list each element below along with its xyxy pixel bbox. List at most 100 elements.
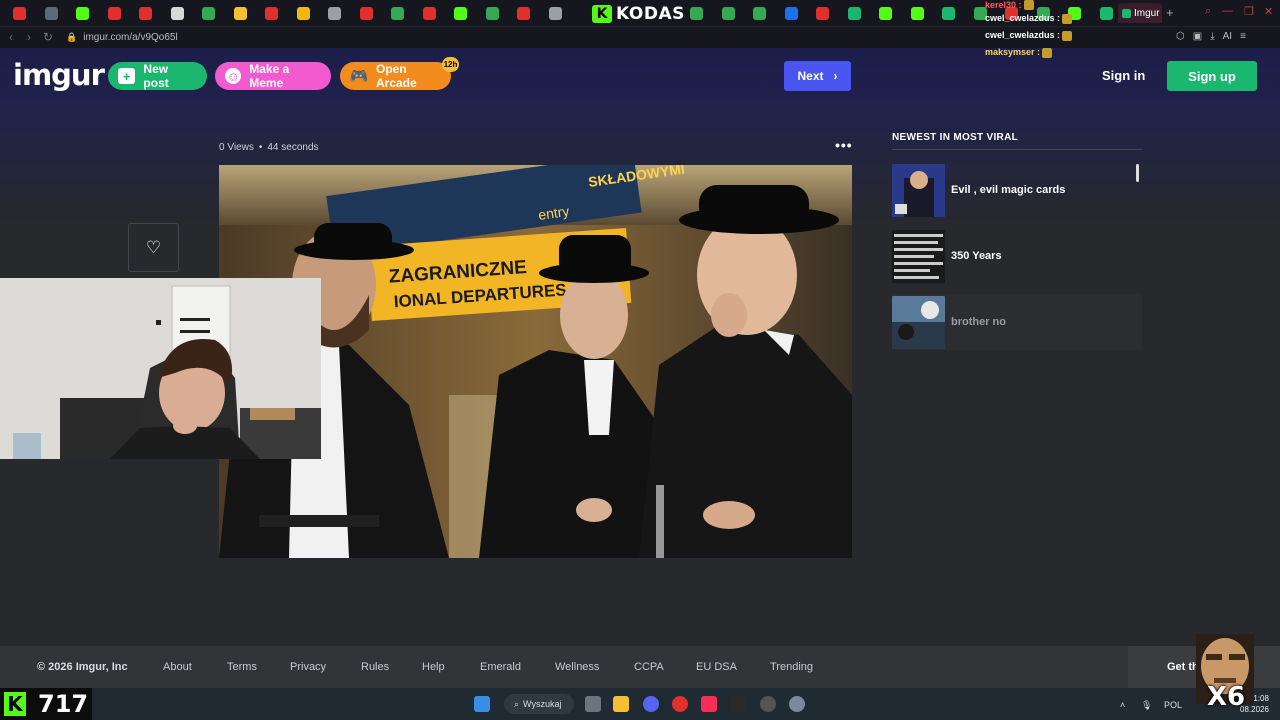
browser-tab[interactable]: [839, 0, 871, 26]
tray-chevron-icon[interactable]: ˄: [1120, 700, 1125, 710]
browser-tab[interactable]: [744, 0, 776, 26]
browser-tab[interactable]: [902, 0, 934, 26]
tab-favicon-icon: [690, 6, 704, 20]
browser-tab[interactable]: [4, 0, 36, 26]
close-icon[interactable]: ✕: [1264, 5, 1273, 18]
opera-icon[interactable]: [672, 696, 688, 712]
taskbar-search[interactable]: ⌕ Wyszukaj: [504, 694, 574, 714]
new-post-button[interactable]: + New post: [108, 62, 207, 90]
tab-favicon-icon: [454, 6, 468, 20]
file-explorer-icon[interactable]: [613, 696, 629, 712]
tab-favicon-icon: [328, 6, 342, 20]
extensions-icon[interactable]: ⬡: [1176, 31, 1185, 42]
browser-tab[interactable]: [319, 0, 351, 26]
minimize-icon[interactable]: —: [1222, 5, 1233, 17]
browser-tab[interactable]: [807, 0, 839, 26]
tab-favicon-icon: [139, 6, 153, 20]
tab-favicon-icon: [721, 6, 735, 20]
sign-up-button[interactable]: Sign up: [1167, 61, 1257, 91]
open-arcade-button[interactable]: 🎮 Open Arcade: [340, 62, 451, 90]
tab-favicon-icon: [548, 6, 562, 20]
chat-emote-icon: [1062, 13, 1073, 24]
footer-link-trending[interactable]: Trending: [770, 661, 813, 673]
tab-imgur[interactable]: Imgur: [1118, 3, 1162, 23]
discord-icon[interactable]: [643, 696, 659, 712]
ai-icon[interactable]: AI: [1223, 31, 1232, 42]
footer-copyright: © 2026 Imgur, Inc: [37, 661, 128, 673]
footer-link-ccpa[interactable]: CCPA: [634, 661, 664, 673]
browser-tab[interactable]: [477, 0, 509, 26]
browser-tab[interactable]: [225, 0, 257, 26]
imgur-logo[interactable]: imgur: [13, 58, 105, 92]
browser-tab[interactable]: [382, 0, 414, 26]
footer-link-privacy[interactable]: Privacy: [290, 661, 326, 673]
make-meme-button[interactable]: ☺ Make a Meme: [215, 62, 331, 90]
new-tab-button[interactable]: +: [1166, 5, 1174, 20]
more-options-icon[interactable]: •••: [835, 137, 853, 153]
menu-icon[interactable]: ≡: [1240, 31, 1246, 42]
chat-message: cwel_cwelazdus :: [985, 27, 1115, 44]
browser-tab[interactable]: [67, 0, 99, 26]
browser-tab[interactable]: [288, 0, 320, 26]
music-icon[interactable]: [701, 696, 717, 712]
browser-tab[interactable]: [256, 0, 288, 26]
viral-item[interactable]: 350 Years: [892, 228, 1142, 284]
footer-link-terms[interactable]: Terms: [227, 661, 257, 673]
kodas-logo: K KODAS: [592, 4, 685, 24]
viral-item[interactable]: Evil , evil magic cards: [892, 162, 1142, 218]
start-icon[interactable]: [474, 696, 490, 712]
footer-link-about[interactable]: About: [163, 661, 192, 673]
footer-link-wellness[interactable]: Wellness: [555, 661, 599, 673]
viral-thumbnail: [892, 295, 945, 349]
microphone-icon[interactable]: 🎙: [1141, 700, 1152, 711]
footer-link-help[interactable]: Help: [422, 661, 445, 673]
windows-taskbar: [0, 688, 1280, 720]
kick-logo-icon: K: [592, 5, 612, 23]
browser-tab[interactable]: [162, 0, 194, 26]
search-tabs-icon[interactable]: ⌕: [1205, 5, 1211, 18]
task-view-icon[interactable]: [585, 696, 601, 712]
reload-icon[interactable]: ↻: [43, 30, 53, 44]
sign-in-link[interactable]: Sign in: [1102, 68, 1145, 83]
back-icon[interactable]: ‹: [9, 30, 13, 44]
obs-icon[interactable]: [760, 696, 776, 712]
gamepad-icon: 🎮: [349, 68, 369, 85]
meta-separator: •: [258, 142, 263, 153]
browser-tab[interactable]: [933, 0, 965, 26]
url-field[interactable]: 🔒 imgur.com/a/v9Qo65l: [66, 32, 178, 43]
browser-tab[interactable]: [681, 0, 713, 26]
next-button[interactable]: Next ›: [784, 61, 851, 91]
browser-tab[interactable]: [776, 0, 808, 26]
browser-tab[interactable]: [508, 0, 540, 26]
multiplier-label: X6: [1207, 682, 1246, 712]
snapshot-icon[interactable]: ▣: [1193, 31, 1202, 42]
footer-link-rules[interactable]: Rules: [361, 661, 389, 673]
favorite-heart-icon[interactable]: ♡: [128, 223, 179, 272]
browser-tab[interactable]: [414, 0, 446, 26]
settings-icon[interactable]: [789, 696, 805, 712]
browser-tab[interactable]: [870, 0, 902, 26]
browser-tab[interactable]: [36, 0, 68, 26]
viral-thumbnail: [892, 229, 945, 283]
streamer-webcam: [0, 278, 321, 459]
footer-link-emerald[interactable]: Emerald: [480, 661, 521, 673]
browser-tab[interactable]: [540, 0, 572, 26]
browser-tab[interactable]: [445, 0, 477, 26]
browser-tab[interactable]: [713, 0, 745, 26]
maximize-icon[interactable]: ❐: [1244, 5, 1254, 18]
imgur-footer: © 2026 Imgur, Inc About Terms Privacy Ru…: [0, 646, 1280, 688]
forward-icon[interactable]: ›: [27, 30, 31, 44]
chat-message: kerel30 :: [985, 0, 1115, 10]
download-icon[interactable]: ⤓: [1210, 31, 1214, 42]
browser-tab[interactable]: [193, 0, 225, 26]
language-indicator[interactable]: POL: [1164, 700, 1182, 710]
chat-message: cwel_cwelazdus :: [985, 10, 1115, 27]
browser-tab[interactable]: [130, 0, 162, 26]
app-g-icon[interactable]: [730, 696, 746, 712]
browser-tab[interactable]: [99, 0, 131, 26]
browser-tab[interactable]: [351, 0, 383, 26]
tab-favicon-icon: [233, 6, 247, 20]
tab-favicon-icon: [107, 6, 121, 20]
footer-link-eu-dsa[interactable]: EU DSA: [696, 661, 737, 673]
viral-item[interactable]: brother no: [892, 294, 1142, 350]
